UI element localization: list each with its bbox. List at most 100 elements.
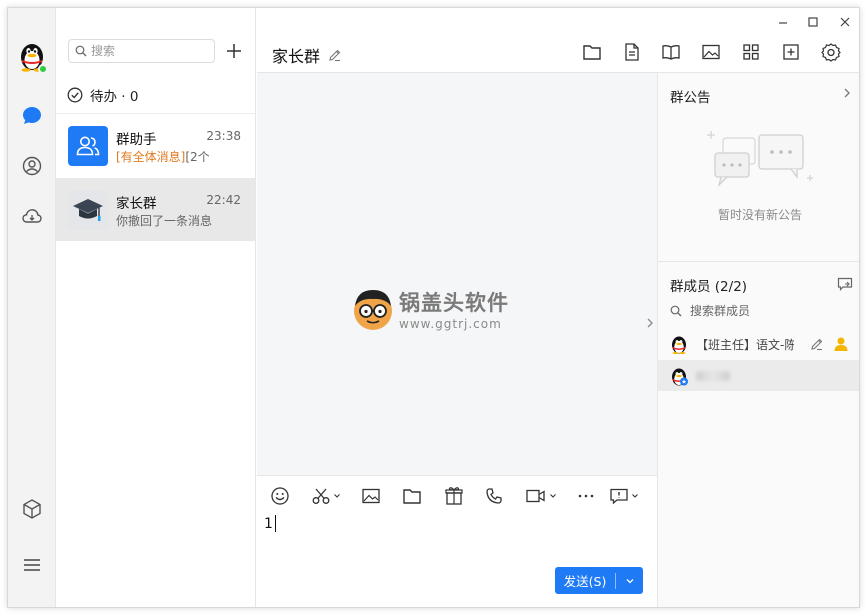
contact-icon xyxy=(22,156,42,176)
cartoon-head-logo-icon xyxy=(354,290,392,330)
files-button[interactable] xyxy=(581,41,603,63)
empty-chat-bubbles-icon xyxy=(707,131,813,188)
nav-contacts-button[interactable] xyxy=(20,154,44,178)
edit-pencil-icon[interactable] xyxy=(328,48,342,62)
more-tools-button[interactable] xyxy=(577,485,595,507)
chevron-right-icon xyxy=(647,318,653,328)
session-search-input[interactable] xyxy=(91,44,201,58)
folder-icon xyxy=(583,45,601,60)
divider xyxy=(658,261,859,262)
nav-menu-button[interactable] xyxy=(20,553,44,577)
owner-badge xyxy=(832,335,850,353)
close-icon xyxy=(840,17,850,27)
member-name: 【班主任】语文-陈 xyxy=(696,338,794,352)
send-file-button[interactable] xyxy=(402,485,422,507)
watermark-logo: 锅盖头软件 www.ggtrj.com xyxy=(351,286,509,332)
session-preview: 你撤回了一条消息 xyxy=(116,212,236,229)
chevron-right-icon xyxy=(844,88,850,98)
voice-call-button[interactable] xyxy=(485,485,503,507)
folder-icon xyxy=(403,489,421,504)
image-icon xyxy=(702,44,720,60)
chevron-down-icon xyxy=(626,578,633,583)
notice-empty-text: 暂时没有新公告 xyxy=(717,208,802,222)
screenshot-button[interactable] xyxy=(311,485,341,507)
cube-icon xyxy=(23,499,41,519)
plus-icon xyxy=(227,44,241,58)
member-name-blurred xyxy=(696,371,730,381)
maximize-icon xyxy=(808,17,818,27)
nav-messages-button[interactable] xyxy=(20,104,44,128)
message-history-button[interactable] xyxy=(609,485,639,507)
qq-window: 待办 · 0 群助手 23:38 [有全体消息][2个 xyxy=(7,7,860,608)
emoji-icon xyxy=(271,487,289,505)
session-time: 22:42 xyxy=(206,193,241,207)
album-button[interactable] xyxy=(700,41,722,63)
session-item-group-assistant[interactable]: 群助手 23:38 [有全体消息][2个 xyxy=(56,114,255,177)
red-packet-button[interactable] xyxy=(444,485,464,507)
right-panel-toggle[interactable] xyxy=(644,293,656,353)
member-search-input[interactable] xyxy=(690,304,840,318)
image-icon xyxy=(362,488,380,504)
session-list-panel: 待办 · 0 群助手 23:38 [有全体消息][2个 xyxy=(56,8,256,607)
message-area[interactable]: 锅盖头软件 www.ggtrj.com xyxy=(257,73,657,475)
member-edit-button[interactable] xyxy=(809,336,825,352)
search-icon xyxy=(670,305,682,317)
member-search-box[interactable] xyxy=(670,304,840,318)
docs-button[interactable] xyxy=(621,41,643,63)
emoji-button[interactable] xyxy=(270,485,290,507)
send-image-button[interactable] xyxy=(361,485,381,507)
minimize-icon xyxy=(779,22,787,24)
chat-title: 家长群 xyxy=(272,43,342,67)
member-row[interactable] xyxy=(658,360,859,391)
maximize-button[interactable] xyxy=(801,12,825,32)
chat-panel: 家长群 锅盖头软件 www.ggtrj.com 1 发送(S) 群公告 暂时没有… xyxy=(257,8,859,607)
apps-button[interactable] xyxy=(740,41,762,63)
group-info-panel: 群公告 暂时没有新公告 群成员 (2/2) 搜索群成员 【班主任】语文-陈 xyxy=(657,73,859,607)
chevron-down-icon xyxy=(550,494,556,498)
send-options-button[interactable] xyxy=(616,576,643,586)
member-manage-icon xyxy=(837,277,853,291)
member-manage-button[interactable] xyxy=(836,276,854,292)
session-item-parents-group[interactable]: 家长群 22:42 你撤回了一条消息 xyxy=(56,178,255,241)
session-avatar xyxy=(68,126,108,166)
search-icon xyxy=(75,45,87,57)
member-avatar-penguin-icon xyxy=(672,336,686,354)
group-settings-button[interactable] xyxy=(820,41,842,63)
session-avatar xyxy=(68,190,108,230)
chevron-down-icon xyxy=(632,494,638,498)
nav-app-center-button[interactable] xyxy=(20,497,44,521)
session-preview-text: [2个 xyxy=(185,150,209,164)
text-caret xyxy=(274,515,276,532)
notice-more-button[interactable] xyxy=(840,85,854,101)
graduation-cap-icon xyxy=(73,199,103,221)
edit-pencil-icon xyxy=(811,338,823,351)
send-button[interactable]: 发送(S) xyxy=(555,567,643,594)
left-nav xyxy=(8,8,56,607)
chat-title-text: 家长群 xyxy=(272,47,321,66)
chevron-down-icon xyxy=(334,494,340,498)
notes-button[interactable] xyxy=(660,41,682,63)
minimize-button[interactable] xyxy=(771,12,795,32)
gear-icon xyxy=(821,43,841,62)
member-avatar-penguin-icon xyxy=(672,368,688,386)
member-row[interactable]: 【班主任】语文-陈 xyxy=(658,328,859,359)
close-button[interactable] xyxy=(833,12,857,32)
watermark-title: 锅盖头软件 xyxy=(399,291,509,315)
add-feature-button[interactable] xyxy=(780,41,802,63)
message-input[interactable]: 1 xyxy=(264,515,276,532)
scissors-icon xyxy=(312,488,330,504)
chat-bubble-icon xyxy=(23,107,41,124)
empty-notice-illustration xyxy=(703,123,818,197)
video-call-button[interactable] xyxy=(525,485,557,507)
todo-entry[interactable]: 待办 · 0 xyxy=(67,85,138,105)
nav-cloud-button[interactable] xyxy=(20,204,44,228)
watermark-text: 锅盖头软件 www.ggtrj.com xyxy=(399,287,509,331)
create-button[interactable] xyxy=(222,39,246,63)
session-preview: [有全体消息][2个 xyxy=(116,148,209,165)
grid-apps-icon xyxy=(743,44,759,60)
divider xyxy=(257,475,657,476)
session-name: 群助手 xyxy=(116,132,157,148)
mention-tag: [有全体消息] xyxy=(116,150,186,164)
hamburger-icon xyxy=(24,559,40,571)
session-search-box[interactable] xyxy=(68,39,215,63)
